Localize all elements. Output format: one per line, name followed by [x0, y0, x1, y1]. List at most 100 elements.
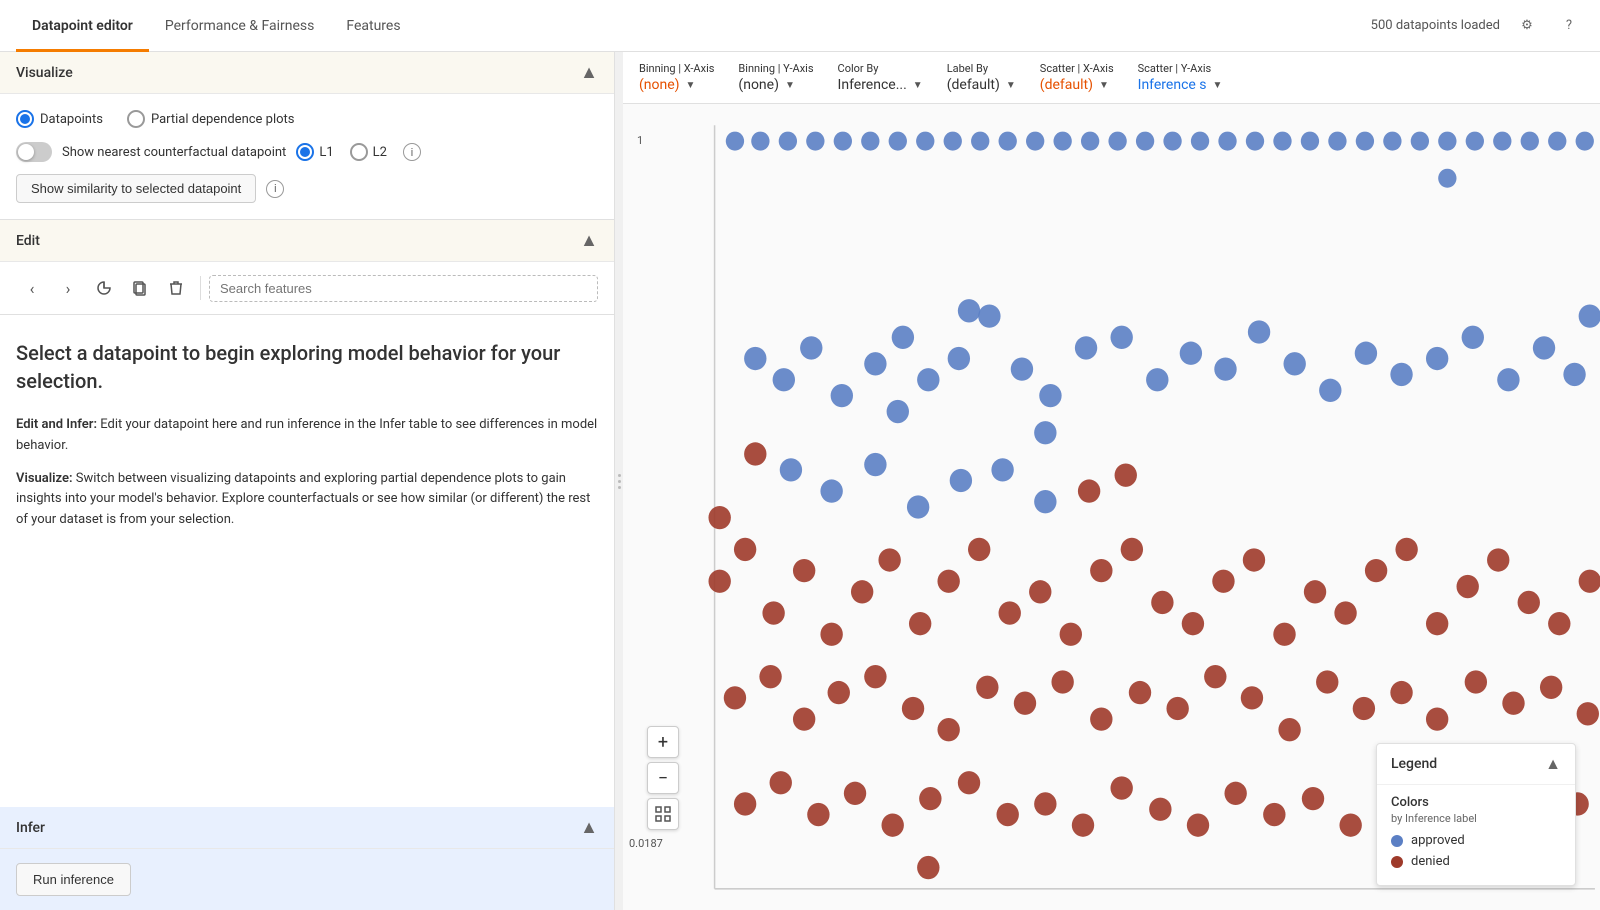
distance-l2[interactable]: L2 [350, 143, 387, 161]
radio-datapoints[interactable]: Datapoints [16, 110, 103, 128]
label-by-arrow: ▼ [1006, 80, 1016, 91]
similarity-button[interactable]: Show similarity to selected datapoint [16, 174, 256, 203]
legend-colors-label: Colors [1391, 795, 1561, 810]
color-by-label: Color By [838, 62, 923, 75]
tab-datapoint-editor[interactable]: Datapoint editor [16, 0, 149, 52]
help-icon[interactable]: ? [1554, 11, 1584, 41]
tab-performance-fairness[interactable]: Performance & Fairness [149, 0, 331, 52]
color-by-select[interactable]: Inference... ▼ [838, 77, 923, 93]
scatter-x-group: Scatter | X-Axis (default) ▼ [1040, 62, 1114, 93]
visualize-title: Visualize [16, 65, 73, 81]
edit-header[interactable]: Edit ▲ [0, 220, 614, 262]
nav-right: 500 datapoints loaded ⚙ ? [1371, 11, 1584, 41]
binning-x-arrow: ▼ [686, 80, 696, 91]
back-button[interactable]: ‹ [16, 272, 48, 304]
legend-item-denied: denied [1391, 854, 1561, 869]
edit-infer-text: Edit your datapoint here and run inferen… [16, 417, 597, 453]
radio-partial-dependence-label: Partial dependence plots [151, 112, 295, 127]
resize-handle[interactable] [615, 52, 623, 910]
fit-button[interactable] [647, 798, 679, 830]
scatter-x-select[interactable]: (default) ▼ [1040, 77, 1114, 93]
radio-datapoints-label: Datapoints [40, 112, 103, 127]
similarity-info-icon[interactable]: i [266, 180, 284, 198]
legend-body: Colors by Inference label approved denie… [1377, 785, 1575, 885]
visualize-content: Datapoints Partial dependence plots Show… [0, 94, 614, 219]
visualize-section: Visualize ▲ Datapoints Partial dependenc… [0, 52, 614, 220]
approved-label: approved [1411, 833, 1465, 848]
forward-button[interactable]: › [52, 272, 84, 304]
edit-infer-heading: Edit and Infer: [16, 417, 97, 432]
scatter-y-select[interactable]: Inference s ▼ [1138, 77, 1223, 93]
tab-features[interactable]: Features [330, 0, 416, 52]
edit-chevron-icon: ▲ [580, 230, 598, 251]
visualize-text: Switch between visualizing datapoints an… [16, 471, 590, 528]
counterfactual-label: Show nearest counterfactual datapoint [62, 145, 286, 160]
infer-chevron-icon: ▲ [580, 817, 598, 838]
history-button[interactable] [88, 272, 120, 304]
chart-toolbar: Binning | X-Axis (none) ▼ Binning | Y-Ax… [623, 52, 1600, 104]
l1-label: L1 [319, 145, 333, 160]
legend-title: Legend [1391, 756, 1437, 772]
selection-desc-1: Edit and Infer: Edit your datapoint here… [16, 415, 598, 457]
left-panel: Visualize ▲ Datapoints Partial dependenc… [0, 52, 615, 910]
settings-icon[interactable]: ⚙ [1512, 11, 1542, 41]
distance-info-icon[interactable]: i [403, 143, 421, 161]
binning-x-label: Binning | X-Axis [639, 62, 714, 75]
denied-dot [1391, 856, 1403, 868]
main-layout: Visualize ▲ Datapoints Partial dependenc… [0, 52, 1600, 910]
legend-item-approved: approved [1391, 833, 1561, 848]
label-by-label: Label By [947, 62, 1016, 75]
visualize-chevron-icon: ▲ [580, 62, 598, 83]
label-by-select[interactable]: (default) ▼ [947, 77, 1016, 93]
scatter-x-arrow: ▼ [1099, 80, 1109, 91]
edit-title: Edit [16, 233, 40, 249]
scatter-y-group: Scatter | Y-Axis Inference s ▼ [1138, 62, 1223, 93]
selection-message: Select a datapoint to begin exploring mo… [0, 315, 614, 807]
radio-group: Datapoints Partial dependence plots [16, 110, 598, 128]
denied-label: denied [1411, 854, 1450, 869]
binning-y-arrow: ▼ [785, 80, 795, 91]
label-by-group: Label By (default) ▼ [947, 62, 1016, 93]
edit-section: Edit ▲ ‹ › [0, 220, 614, 315]
top-nav: Datapoint editor Performance & Fairness … [0, 0, 1600, 52]
binning-y-select[interactable]: (none) ▼ [738, 77, 813, 93]
radio-datapoints-circle [16, 110, 34, 128]
copy-button[interactable] [124, 272, 156, 304]
visualize-heading: Visualize: [16, 471, 73, 486]
infer-section: Infer ▲ Run inference [0, 807, 614, 910]
run-inference-button[interactable]: Run inference [16, 863, 131, 896]
legend-header: Legend ▲ [1377, 744, 1575, 785]
scatter-x-label: Scatter | X-Axis [1040, 62, 1114, 75]
scatter-y-label: Scatter | Y-Axis [1138, 62, 1223, 75]
legend-colors-subtitle: by Inference label [1391, 812, 1561, 825]
approved-dot [1391, 835, 1403, 847]
zoom-in-button[interactable]: + [647, 726, 679, 758]
infer-header[interactable]: Infer ▲ [0, 807, 614, 849]
l1-circle [296, 143, 314, 161]
resize-dots [618, 474, 621, 489]
color-by-group: Color By Inference... ▼ [838, 62, 923, 93]
toolbar-divider [200, 276, 201, 300]
right-panel: Binning | X-Axis (none) ▼ Binning | Y-Ax… [623, 52, 1600, 910]
legend-chevron-icon[interactable]: ▲ [1545, 754, 1561, 774]
search-input[interactable] [209, 275, 598, 302]
selection-desc-2: Visualize: Switch between visualizing da… [16, 469, 598, 531]
counterfactual-toggle-row: Show nearest counterfactual datapoint L1… [16, 142, 598, 162]
delete-button[interactable] [160, 272, 192, 304]
edit-content: ‹ › [0, 262, 614, 314]
similarity-row: Show similarity to selected datapoint i [16, 174, 598, 203]
distance-l1[interactable]: L1 [296, 143, 333, 161]
binning-x-select[interactable]: (none) ▼ [639, 77, 714, 93]
selection-title: Select a datapoint to begin exploring mo… [16, 339, 598, 395]
counterfactual-toggle[interactable] [16, 142, 52, 162]
visualize-header[interactable]: Visualize ▲ [0, 52, 614, 94]
scatter-y-arrow: ▼ [1213, 80, 1223, 91]
binning-x-group: Binning | X-Axis (none) ▼ [639, 62, 714, 93]
datapoints-loaded-label: 500 datapoints loaded [1371, 18, 1500, 33]
chart-area: 1 0.0187 [623, 104, 1600, 910]
y-axis-bottom-label: 0.0187 [629, 837, 663, 850]
zoom-out-button[interactable]: − [647, 762, 679, 794]
radio-partial-dependence[interactable]: Partial dependence plots [127, 110, 295, 128]
binning-y-group: Binning | Y-Axis (none) ▼ [738, 62, 813, 93]
toggle-knob [18, 144, 34, 160]
